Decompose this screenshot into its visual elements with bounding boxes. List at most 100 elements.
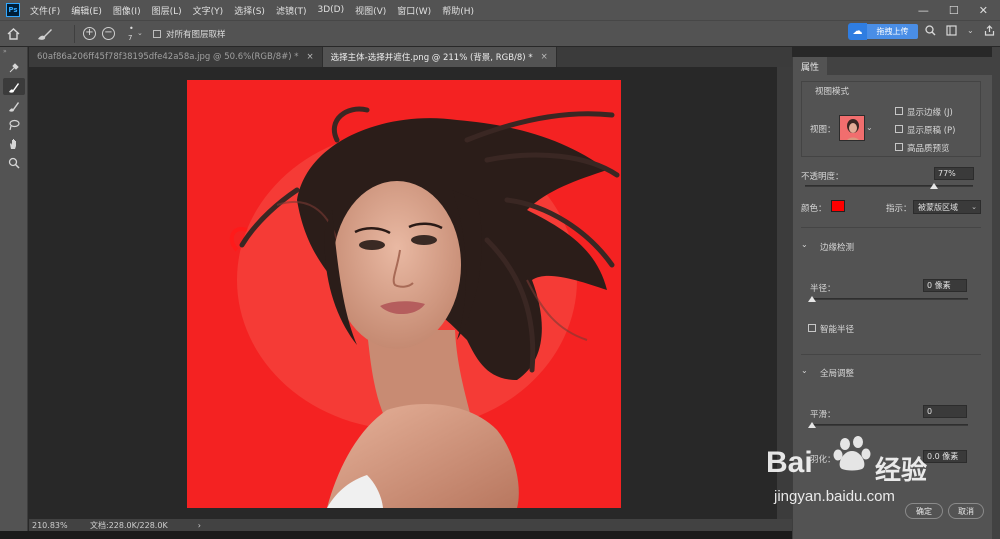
indicate-label: 指示： <box>886 204 912 214</box>
menu-file[interactable]: 文件(F) <box>30 4 60 17</box>
brush-size-picker[interactable]: • 7 ⌄ <box>123 23 147 45</box>
close-tab-icon[interactable]: × <box>541 52 548 62</box>
view-label: 视图： <box>810 125 836 135</box>
sample-all-layers-label: 对所有图层取样 <box>166 29 226 40</box>
tab-label: 选择主体-选择并遮住.png @ 211% (背景, RGB/8) * <box>330 53 533 63</box>
upload-button[interactable]: ☁ 拖拽上传 <box>848 23 918 40</box>
indicate-value: 被蒙版区域 <box>918 202 958 212</box>
restore-button[interactable]: ☐ <box>949 4 959 17</box>
smooth-label: 平滑： <box>810 410 836 420</box>
radius-slider-thumb[interactable] <box>808 296 816 302</box>
options-right-icons: ⌄ <box>925 25 995 36</box>
chevron-down-icon[interactable]: ⌄ <box>801 240 808 249</box>
portrait-image <box>187 80 621 508</box>
menu-bar: Ps 文件(F) 编辑(E) 图像(I) 图层(L) 文字(Y) 选择(S) 滤… <box>0 0 1000 20</box>
status-menu-arrow[interactable]: › <box>198 521 201 530</box>
photoshop-logo: Ps <box>6 3 20 17</box>
hq-preview-label: 高品质预览 <box>907 144 950 154</box>
tab-document-1[interactable]: 60af86a206ff45f78f38195dfe42a58a.jpg @ 5… <box>29 47 323 67</box>
opacity-slider-thumb[interactable] <box>930 183 939 189</box>
divider <box>801 354 981 355</box>
menu-layer[interactable]: 图层(L) <box>152 4 182 17</box>
menu-edit[interactable]: 编辑(E) <box>71 4 102 17</box>
overlay-color-swatch[interactable] <box>831 200 845 212</box>
close-tab-icon[interactable]: × <box>307 52 314 62</box>
radius-label: 半径： <box>810 284 836 294</box>
quick-selection-tool-icon[interactable] <box>3 59 25 76</box>
show-original-label: 显示原稿 (P) <box>907 126 956 136</box>
workspace-icon[interactable] <box>946 25 957 36</box>
refine-edge-brush-tool-icon[interactable] <box>3 78 25 95</box>
chevron-down-icon[interactable]: ⌄ <box>967 26 974 35</box>
watermark-url: jingyan.baidu.com <box>774 488 895 505</box>
smart-radius-checkbox[interactable] <box>808 324 816 332</box>
sample-all-layers-checkbox[interactable] <box>153 29 161 38</box>
view-mode-thumbnail[interactable] <box>839 115 865 141</box>
brush-tool-icon[interactable] <box>3 97 25 114</box>
window-controls: — ☐ ✕ <box>918 0 996 20</box>
menu-select[interactable]: 选择(S) <box>234 4 265 17</box>
chevron-down-icon: ⌄ <box>971 203 977 211</box>
options-bar: + − • 7 ⌄ 对所有图层取样 ☁ 拖拽上传 ⌄ <box>0 20 1000 46</box>
tools-panel: » <box>0 47 28 539</box>
tab-document-2[interactable]: 选择主体-选择并遮住.png @ 211% (背景, RGB/8) * × <box>322 47 557 67</box>
indicate-select[interactable]: 被蒙版区域 ⌄ <box>913 200 981 214</box>
menu-filter[interactable]: 滤镜(T) <box>276 4 307 17</box>
hand-tool-icon[interactable] <box>3 135 25 152</box>
chevron-down-icon[interactable]: ⌄ <box>866 123 873 132</box>
menu-3d[interactable]: 3D(D) <box>317 5 344 15</box>
menu-image[interactable]: 图像(I) <box>113 4 141 17</box>
lasso-tool-icon[interactable] <box>3 116 25 133</box>
refine-brush-tool-icon[interactable] <box>30 27 60 41</box>
share-icon[interactable] <box>984 25 995 36</box>
watermark-brand: Bai <box>766 446 813 479</box>
brush-dot-icon: • <box>129 23 134 33</box>
hq-preview-checkbox[interactable] <box>895 143 903 151</box>
zoom-tool-icon[interactable] <box>3 154 25 171</box>
smooth-slider-track[interactable] <box>810 424 968 426</box>
show-original-checkbox[interactable] <box>895 125 903 133</box>
collapse-icon[interactable]: » <box>0 47 27 57</box>
expand-detection-area-button[interactable]: + <box>83 27 96 40</box>
opacity-input[interactable]: 77% <box>934 167 974 180</box>
smooth-slider-thumb[interactable] <box>808 422 816 428</box>
canvas-area[interactable] <box>29 67 777 519</box>
opacity-label: 不透明度： <box>801 172 844 182</box>
global-refine-title[interactable]: 全局调整 <box>820 367 854 379</box>
document-size: 文档:228.0K/228.0K <box>90 520 168 530</box>
brush-size-value: 7 <box>128 33 133 42</box>
menu-help[interactable]: 帮助(H) <box>442 4 474 17</box>
chevron-down-icon[interactable]: ⌄ <box>801 366 808 375</box>
edge-detection-title[interactable]: 边缘检测 <box>820 241 854 253</box>
upload-label: 拖拽上传 <box>867 24 918 39</box>
opacity-slider-track[interactable] <box>805 185 973 187</box>
menu-type[interactable]: 文字(Y) <box>193 4 224 17</box>
menu-view[interactable]: 视图(V) <box>355 4 386 17</box>
zoom-level[interactable]: 210.83% <box>32 521 84 530</box>
radius-slider-track[interactable] <box>810 298 968 300</box>
right-dock-strip <box>992 47 1000 539</box>
close-window-button[interactable]: ✕ <box>979 4 988 17</box>
panel-header: 属性 <box>793 57 993 75</box>
search-icon[interactable] <box>925 25 936 36</box>
home-icon[interactable] <box>0 27 26 40</box>
view-mode-title: 视图模式 <box>815 87 850 97</box>
menu-window[interactable]: 窗口(W) <box>397 4 431 17</box>
tab-label: 60af86a206ff45f78f38195dfe42a58a.jpg @ 5… <box>37 52 299 62</box>
divider <box>74 24 75 43</box>
chevron-down-icon: ⌄ <box>137 28 143 37</box>
document-tabs: 60af86a206ff45f78f38195dfe42a58a.jpg @ 5… <box>29 47 792 67</box>
document-image[interactable] <box>187 80 621 508</box>
radius-input[interactable]: 0 像素 <box>923 279 967 292</box>
show-edge-checkbox[interactable] <box>895 107 903 115</box>
divider <box>801 227 981 228</box>
smart-radius-label: 智能半径 <box>820 325 855 335</box>
cloud-icon: ☁ <box>848 23 867 40</box>
minimize-button[interactable]: — <box>918 4 929 17</box>
status-bar: 210.83% 文档:228.0K/228.0K › <box>29 519 792 531</box>
smooth-input[interactable]: 0 <box>923 405 967 418</box>
color-label: 颜色： <box>801 204 827 214</box>
restore-original-edge-button[interactable]: − <box>102 27 115 40</box>
tab-properties[interactable]: 属性 <box>793 57 828 75</box>
baidu-jingyan-watermark: Bai 经验 jingyan.baidu.com <box>752 436 982 516</box>
